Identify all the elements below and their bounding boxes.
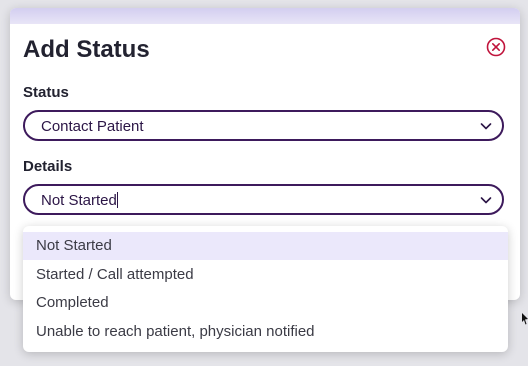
dropdown-option-completed[interactable]: Completed — [23, 289, 508, 317]
chevron-down-icon — [480, 123, 492, 130]
dropdown-option-started-call-attempted[interactable]: Started / Call attempted — [23, 261, 508, 289]
modal-header-band — [10, 8, 520, 24]
chevron-down-icon — [480, 197, 492, 204]
details-select[interactable]: Not Started — [23, 184, 504, 215]
details-select-text: Not Started — [41, 192, 117, 209]
mouse-pointer-icon — [522, 313, 528, 325]
modal-title: Add Status — [23, 36, 150, 63]
status-select[interactable]: Contact Patient — [23, 110, 504, 141]
status-select-value: Contact Patient — [41, 118, 144, 135]
details-dropdown-menu: Not Started Started / Call attempted Com… — [23, 226, 508, 352]
close-button[interactable] — [486, 37, 506, 57]
details-label: Details — [23, 158, 73, 175]
close-circle-icon — [486, 37, 506, 57]
dropdown-option-not-started[interactable]: Not Started — [23, 232, 508, 260]
text-cursor — [116, 192, 118, 208]
dropdown-option-unable-to-reach[interactable]: Unable to reach patient, physician notif… — [23, 318, 508, 346]
status-label: Status — [23, 84, 69, 101]
details-select-value: Not Started — [41, 192, 118, 209]
